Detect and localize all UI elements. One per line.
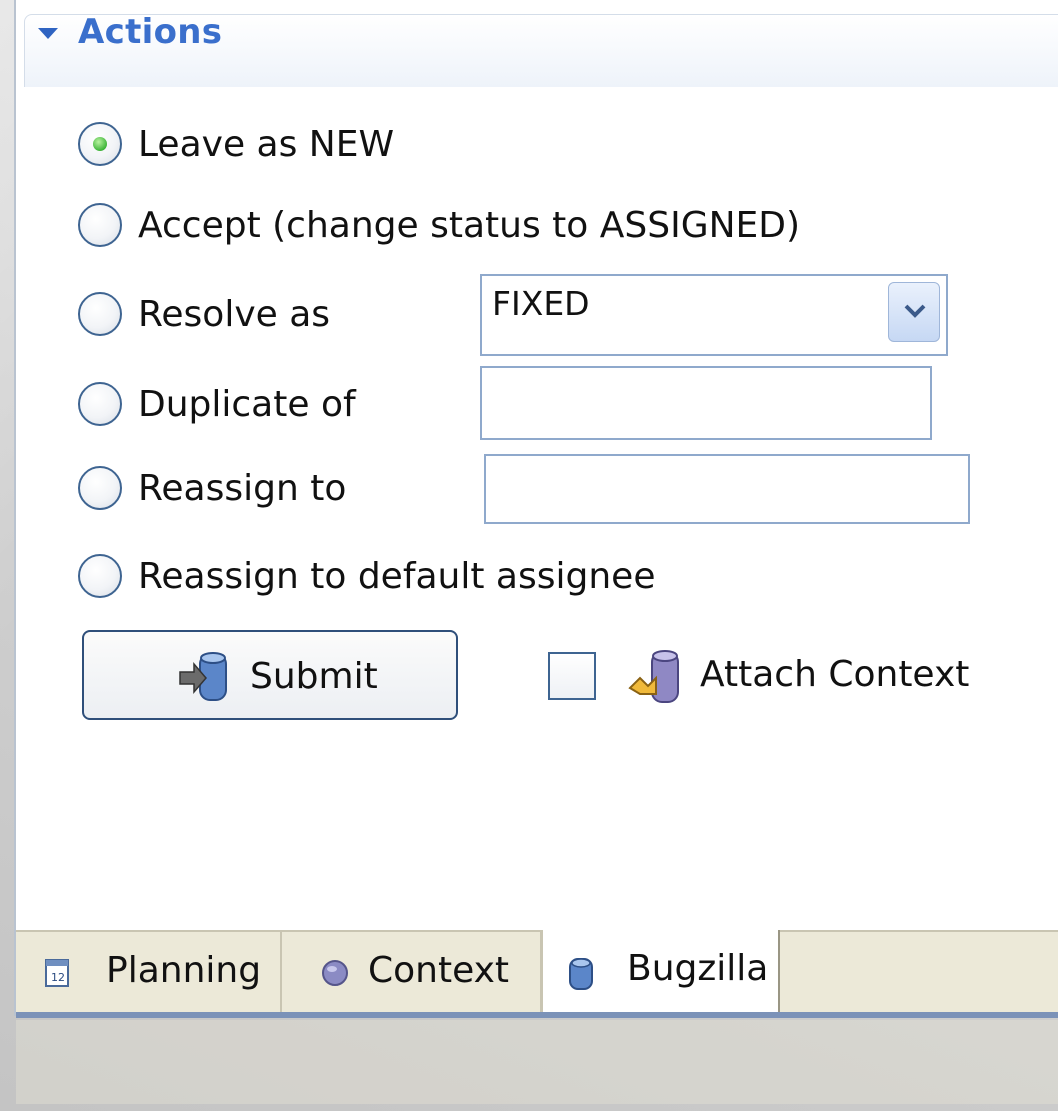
tab-bar-reflection xyxy=(16,1020,1058,1111)
collapse-twisty-icon[interactable] xyxy=(38,28,58,39)
section-title: Actions xyxy=(78,12,223,52)
radio-label: Duplicate of xyxy=(138,384,356,425)
svg-text:12: 12 xyxy=(51,971,65,984)
bugzilla-icon xyxy=(569,958,593,990)
radio-button[interactable] xyxy=(78,382,122,426)
reflection-mirror xyxy=(16,1020,1058,1104)
dropdown-button[interactable] xyxy=(888,282,940,342)
resolution-select-value: FIXED xyxy=(492,284,590,323)
radio-selected-dot-icon xyxy=(93,137,107,151)
radio-button[interactable] xyxy=(78,292,122,336)
radio-button[interactable] xyxy=(78,203,122,247)
tab-label: Planning xyxy=(106,950,262,991)
chevron-down-icon xyxy=(904,304,926,318)
submit-icon xyxy=(179,652,227,701)
context-icon xyxy=(322,960,348,986)
attach-context-checkbox[interactable] xyxy=(548,652,596,700)
radio-label: Reassign to default assignee xyxy=(138,556,656,597)
planning-icon: 12 xyxy=(45,959,69,987)
radio-button[interactable] xyxy=(78,466,122,510)
submit-button[interactable]: Submit xyxy=(82,630,458,720)
duplicate-of-input[interactable] xyxy=(480,366,932,440)
attach-context-icon xyxy=(628,650,679,703)
tab-label: Context xyxy=(368,950,510,991)
tab-label: Bugzilla xyxy=(627,948,769,989)
attach-context-label: Attach Context xyxy=(700,654,970,695)
editor-tab-bar: 12 Planning Context Bugzilla xyxy=(16,930,1058,1016)
radio-label: Resolve as xyxy=(138,294,331,335)
tab-bar-baseline xyxy=(16,1012,1058,1018)
resolution-select[interactable]: FIXED xyxy=(480,274,948,356)
submit-label: Submit xyxy=(250,656,378,697)
tab-planning[interactable]: 12 Planning xyxy=(16,932,282,1014)
tab-bugzilla[interactable]: Bugzilla xyxy=(542,930,780,1016)
radio-label: Reassign to xyxy=(138,468,347,509)
radio-button[interactable] xyxy=(78,122,122,166)
tab-context[interactable]: Context xyxy=(282,932,542,1014)
radio-button[interactable] xyxy=(78,554,122,598)
reassign-to-input[interactable] xyxy=(484,454,970,524)
radio-label: Leave as NEW xyxy=(138,124,395,165)
radio-label: Accept (change status to ASSIGNED) xyxy=(138,205,801,246)
